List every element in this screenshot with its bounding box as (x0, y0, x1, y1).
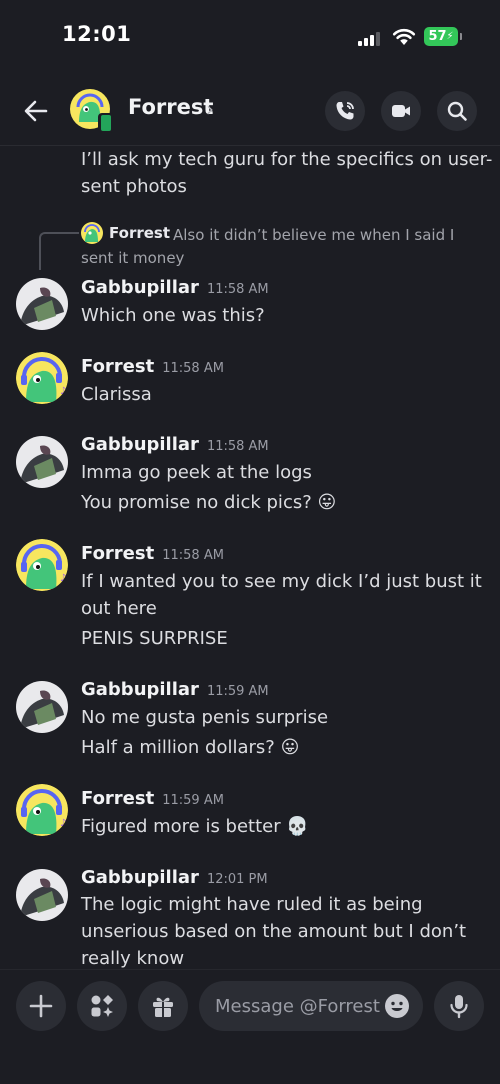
attach-button[interactable] (16, 981, 66, 1031)
message-timestamp: 11:59 AM (206, 684, 269, 699)
author-name[interactable]: Gabbupillar (81, 867, 199, 888)
message-author[interactable]: Gabbupillar 12:01 PM (81, 867, 268, 888)
message-line: sent photos (81, 176, 187, 197)
voice-message-button[interactable] (434, 981, 484, 1031)
svg-text:♪: ♪ (60, 386, 66, 397)
message-line: No me gusta penis surprise (81, 707, 329, 728)
message-author[interactable]: Forrest 11:58 AM (81, 356, 224, 377)
message-input[interactable] (215, 981, 385, 1031)
phone-call-icon (336, 102, 354, 120)
forrest-avatar[interactable]: ♪ (16, 784, 68, 836)
emoji-icon[interactable] (384, 993, 410, 1019)
gabbupillar-avatar[interactable] (16, 869, 68, 921)
wifi-icon (392, 28, 416, 45)
message-line: out here (81, 598, 157, 619)
forrest-avatar[interactable]: ♪ (16, 539, 68, 591)
message-author[interactable]: Gabbupillar 11:58 AM (81, 277, 269, 298)
message-line: You promise no dick pics? 😛 (81, 492, 337, 513)
author-name[interactable]: Forrest (81, 788, 154, 809)
message-timestamp: 11:59 AM (162, 793, 224, 808)
message-line: Figured more is better 💀 (81, 816, 309, 837)
message-line: Half a million dollars? 😛 (81, 737, 300, 758)
video-call-icon (392, 105, 410, 117)
author-name[interactable]: Forrest (81, 356, 154, 377)
message-author[interactable]: Forrest 11:59 AM (81, 788, 224, 809)
search-button[interactable] (437, 91, 477, 131)
message-line: unserious based on the amount but I don’… (81, 921, 467, 942)
apps-icon (91, 995, 113, 1017)
author-name[interactable]: Gabbupillar (81, 434, 199, 455)
author-name[interactable]: Gabbupillar (81, 277, 199, 298)
composer-bar (0, 969, 500, 1084)
chat-header: Forrest › (0, 76, 500, 146)
gabbupillar-avatar[interactable] (16, 278, 68, 330)
message-line: really know (81, 948, 185, 969)
message-author[interactable]: Forrest 11:58 AM (81, 543, 224, 564)
message-author[interactable]: Gabbupillar 11:58 AM (81, 434, 269, 455)
chevron-right-icon[interactable]: › (206, 97, 214, 121)
author-name[interactable]: Forrest (81, 543, 154, 564)
author-name[interactable]: Gabbupillar (81, 679, 199, 700)
message-timestamp: 11:58 AM (206, 439, 269, 454)
search-icon (447, 101, 467, 121)
microphone-icon (450, 995, 468, 1019)
clock: 12:01 (62, 22, 132, 46)
plus-icon (29, 994, 53, 1018)
message-timestamp: 12:01 PM (206, 872, 268, 887)
svg-text:♪: ♪ (60, 818, 66, 829)
apps-button[interactable] (77, 981, 127, 1031)
battery-indicator: 57 ⚡ (424, 27, 462, 46)
back-arrow-icon[interactable] (20, 95, 52, 127)
forrest-avatar[interactable] (70, 89, 114, 133)
chat-title[interactable]: Forrest (128, 95, 213, 119)
video-call-button[interactable] (381, 91, 421, 131)
message-list[interactable]: I’ll ask my tech guru for the specifics … (0, 146, 500, 969)
message-timestamp: 11:58 AM (206, 282, 269, 297)
message-author[interactable]: Gabbupillar 11:59 AM (81, 679, 269, 700)
battery-level: 57 (428, 29, 447, 44)
message-line: I’ll ask my tech guru for the specifics … (81, 149, 493, 170)
reply-preview[interactable]: Also it didn’t believe me when I said I … (81, 224, 491, 270)
svg-text:♪: ♪ (60, 573, 66, 584)
message-line: PENIS SURPRISE (81, 628, 228, 649)
forrest-avatar[interactable]: ♪ (16, 352, 68, 404)
cellular-signal-icon (358, 32, 384, 46)
message-line: Which one was this? (81, 305, 265, 326)
gift-button[interactable] (138, 981, 188, 1031)
message-field[interactable] (199, 981, 423, 1031)
message-line: Clarissa (81, 384, 152, 405)
message-timestamp: 11:58 AM (162, 361, 224, 376)
gabbupillar-avatar[interactable] (16, 681, 68, 733)
gift-icon (153, 997, 173, 1017)
message-line: Imma go peek at the logs (81, 462, 312, 483)
message-timestamp: 11:58 AM (162, 548, 224, 563)
voice-call-button[interactable] (325, 91, 365, 131)
reply-connector (39, 232, 79, 270)
message-line: If I wanted you to see my dick I’d just … (81, 571, 482, 592)
message-line: The logic might have ruled it as being (81, 894, 423, 915)
status-bar: 12:01 57 ⚡ (0, 0, 500, 70)
gabbupillar-avatar[interactable] (16, 436, 68, 488)
